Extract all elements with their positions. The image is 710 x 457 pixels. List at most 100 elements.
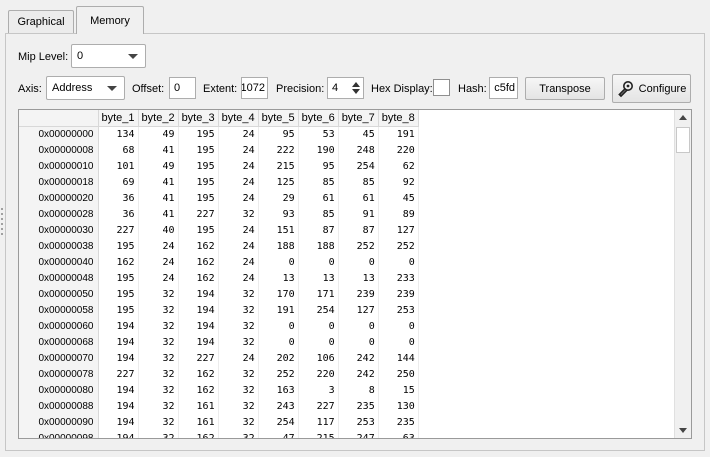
precision-spin-buttons[interactable]: [349, 78, 363, 98]
table-cell[interactable]: 95: [258, 126, 299, 142]
table-cell[interactable]: 144: [378, 350, 419, 366]
table-row[interactable]: 0x00000030 227 40 195 24 151 87 87 127: [19, 222, 419, 238]
table-cell[interactable]: 194: [178, 334, 219, 350]
row-address[interactable]: 0x00000060: [19, 318, 99, 334]
table-cell[interactable]: 239: [378, 286, 419, 302]
table-cell[interactable]: 45: [338, 126, 379, 142]
table-cell[interactable]: 32: [138, 350, 179, 366]
table-cell[interactable]: 32: [138, 286, 179, 302]
table-cell[interactable]: 227: [98, 366, 139, 382]
table-cell[interactable]: 242: [338, 366, 379, 382]
table-cell[interactable]: 171: [298, 286, 339, 302]
table-cell[interactable]: 41: [138, 142, 179, 158]
table-cell[interactable]: 32: [218, 286, 259, 302]
table-cell[interactable]: 24: [218, 126, 259, 142]
tab-graphical[interactable]: Graphical: [8, 10, 74, 33]
table-cell[interactable]: 85: [298, 206, 339, 222]
column-header[interactable]: byte_7: [338, 110, 379, 127]
table-cell[interactable]: 49: [138, 126, 179, 142]
table-cell[interactable]: 24: [218, 190, 259, 206]
table-cell[interactable]: 53: [298, 126, 339, 142]
table-cell[interactable]: 89: [378, 206, 419, 222]
table-cell[interactable]: 0: [338, 318, 379, 334]
table-cell[interactable]: 13: [338, 270, 379, 286]
table-cell[interactable]: 127: [378, 222, 419, 238]
table-row[interactable]: 0x00000040 162 24 162 24 0 0 0 0: [19, 254, 419, 270]
table-cell[interactable]: 162: [178, 238, 219, 254]
table-cell[interactable]: 254: [258, 414, 299, 430]
table-cell[interactable]: 194: [178, 318, 219, 334]
table-cell[interactable]: 24: [218, 222, 259, 238]
table-cell[interactable]: 13: [298, 270, 339, 286]
table-cell[interactable]: 32: [218, 382, 259, 398]
table-cell[interactable]: 162: [98, 254, 139, 270]
column-header[interactable]: byte_6: [298, 110, 339, 127]
arrow-down-icon[interactable]: [352, 89, 360, 94]
table-row[interactable]: 0x00000048 195 24 162 24 13 13 13 233: [19, 270, 419, 286]
table-cell[interactable]: 91: [338, 206, 379, 222]
table-cell[interactable]: 195: [98, 302, 139, 318]
table-cell[interactable]: 215: [298, 430, 339, 438]
hash-field[interactable]: c5fd: [489, 77, 518, 99]
table-cell[interactable]: 243: [258, 398, 299, 414]
column-header[interactable]: byte_5: [258, 110, 299, 127]
table-cell[interactable]: 101: [98, 158, 139, 174]
table-row[interactable]: 0x00000000 134 49 195 24 95 53 45 191: [19, 126, 419, 142]
table-cell[interactable]: 24: [218, 174, 259, 190]
table-row[interactable]: 0x00000060 194 32 194 32 0 0 0 0: [19, 318, 419, 334]
table-cell[interactable]: 170: [258, 286, 299, 302]
row-address[interactable]: 0x00000010: [19, 158, 99, 174]
table-cell[interactable]: 32: [138, 302, 179, 318]
table-row[interactable]: 0x00000020 36 41 195 24 29 61 61 45: [19, 190, 419, 206]
row-address[interactable]: 0x00000080: [19, 382, 99, 398]
column-header[interactable]: byte_4: [218, 110, 259, 127]
table-cell[interactable]: 163: [258, 382, 299, 398]
table-cell[interactable]: 32: [218, 366, 259, 382]
table-cell[interactable]: 125: [258, 174, 299, 190]
table-cell[interactable]: 117: [298, 414, 339, 430]
table-cell[interactable]: 0: [378, 334, 419, 350]
column-header[interactable]: byte_1: [98, 110, 139, 127]
table-cell[interactable]: 227: [298, 398, 339, 414]
table-cell[interactable]: 3: [298, 382, 339, 398]
table-cell[interactable]: 195: [98, 286, 139, 302]
table-cell[interactable]: 15: [378, 382, 419, 398]
table-cell[interactable]: 45: [378, 190, 419, 206]
table-cell[interactable]: 252: [258, 366, 299, 382]
table-cell[interactable]: 61: [338, 190, 379, 206]
table-cell[interactable]: 0: [378, 254, 419, 270]
table-cell[interactable]: 162: [178, 270, 219, 286]
table-cell[interactable]: 191: [258, 302, 299, 318]
row-address[interactable]: 0x00000078: [19, 366, 99, 382]
row-address[interactable]: 0x00000088: [19, 398, 99, 414]
column-header[interactable]: byte_8: [378, 110, 419, 127]
hex-display-checkbox[interactable]: [433, 79, 450, 96]
row-address[interactable]: 0x00000020: [19, 190, 99, 206]
row-address[interactable]: 0x00000070: [19, 350, 99, 366]
table-cell[interactable]: 24: [138, 270, 179, 286]
table-cell[interactable]: 62: [378, 158, 419, 174]
table-cell[interactable]: 40: [138, 222, 179, 238]
table-cell[interactable]: 106: [298, 350, 339, 366]
table-cell[interactable]: 162: [178, 366, 219, 382]
table-cell[interactable]: 252: [378, 238, 419, 254]
column-header[interactable]: byte_3: [178, 110, 219, 127]
table-cell[interactable]: 222: [258, 142, 299, 158]
table-row[interactable]: 0x00000050 195 32 194 32 170 171 239 239: [19, 286, 419, 302]
table-row[interactable]: 0x00000038 195 24 162 24 188 188 252 252: [19, 238, 419, 254]
table-row[interactable]: 0x00000010 101 49 195 24 215 95 254 62: [19, 158, 419, 174]
table-row[interactable]: 0x00000068 194 32 194 32 0 0 0 0: [19, 334, 419, 350]
tab-memory[interactable]: Memory: [76, 6, 144, 34]
table-cell[interactable]: 248: [338, 142, 379, 158]
table-cell[interactable]: 49: [138, 158, 179, 174]
table-cell[interactable]: 195: [178, 158, 219, 174]
row-address[interactable]: 0x00000068: [19, 334, 99, 350]
table-cell[interactable]: 194: [98, 382, 139, 398]
table-cell[interactable]: 85: [338, 174, 379, 190]
table-cell[interactable]: 36: [98, 190, 139, 206]
arrow-up-icon[interactable]: [352, 82, 360, 87]
table-cell[interactable]: 32: [218, 302, 259, 318]
table-cell[interactable]: 195: [178, 174, 219, 190]
table-cell[interactable]: 162: [178, 254, 219, 270]
table-row[interactable]: 0x00000098 194 32 162 32 47 215 247 63: [19, 430, 419, 438]
